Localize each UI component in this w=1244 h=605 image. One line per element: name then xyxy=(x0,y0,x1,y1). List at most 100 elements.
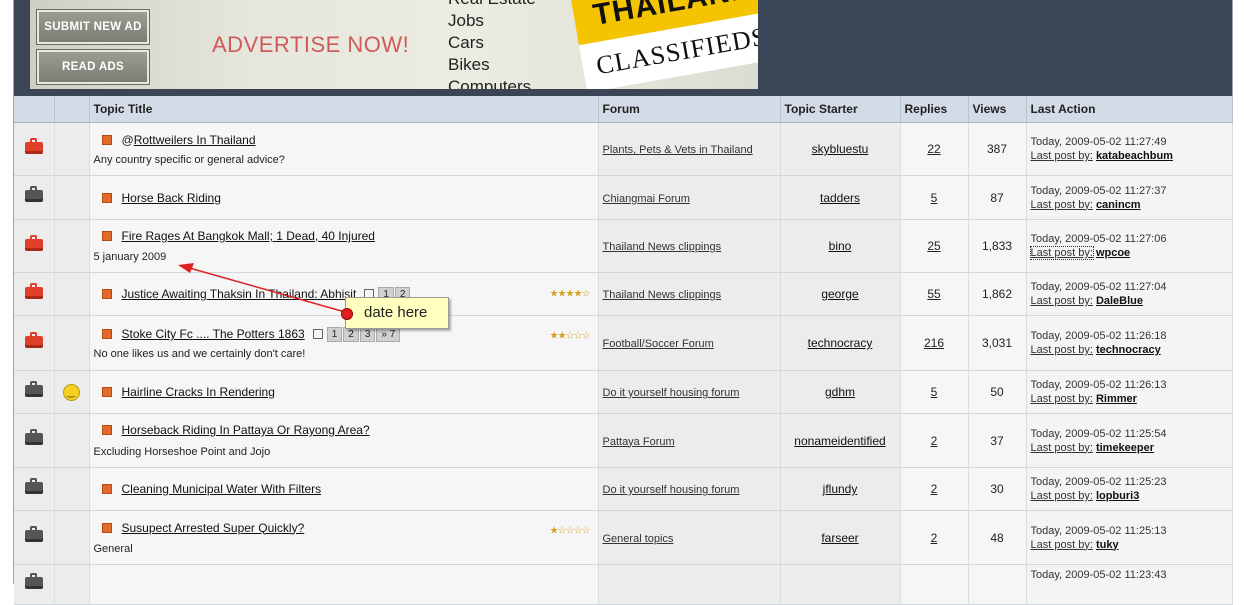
replies-link[interactable]: 5 xyxy=(931,385,938,399)
header-topic-starter[interactable]: Topic Starter xyxy=(780,96,901,123)
forum-cell: Thailand News clippings xyxy=(598,219,781,273)
replies-link[interactable]: 25 xyxy=(927,239,940,253)
topic-starter-link[interactable]: jflundy xyxy=(823,482,858,496)
ad-category: Real Estate xyxy=(448,0,536,10)
last-post-user-link[interactable]: katabeachbum xyxy=(1096,150,1173,162)
topic-starter-link[interactable]: nonameidentified xyxy=(794,434,885,448)
header-topic-title[interactable]: Topic Title xyxy=(89,96,599,123)
hot-folder-icon xyxy=(25,137,43,154)
topic-title-link[interactable]: Stoke City Fc .... The Potters 1863 xyxy=(122,327,305,341)
topic-title-link[interactable]: Cleaning Municipal Water With Filters xyxy=(122,482,322,496)
topic-title-link[interactable]: Horseback Riding In Pattaya Or Rayong Ar… xyxy=(122,423,370,437)
forum-link[interactable]: General topics xyxy=(603,533,674,545)
topic-title-link[interactable]: Susupect Arrested Super Quickly? xyxy=(122,521,305,535)
forum-cell: General topics xyxy=(598,510,781,565)
header-replies[interactable]: Replies xyxy=(900,96,969,123)
topic-starter-link[interactable]: tadders xyxy=(820,191,860,205)
last-action-cell: Today, 2009-05-02 11:26:18 Last post by:… xyxy=(1026,315,1233,371)
last-post-user-link[interactable]: timekeeper xyxy=(1096,442,1154,454)
last-post-label[interactable]: Last post by: xyxy=(1031,344,1093,356)
replies-link[interactable]: 2 xyxy=(931,531,938,545)
forum-link[interactable]: Do it yourself housing forum xyxy=(603,484,740,496)
topic-starter-link[interactable]: gdhm xyxy=(825,385,855,399)
last-post-label[interactable]: Last post by: xyxy=(1029,246,1094,260)
forum-link[interactable]: Plants, Pets & Vets in Thailand xyxy=(603,144,753,156)
last-action-cell: Today, 2009-05-02 11:27:49 Last post by:… xyxy=(1026,122,1233,176)
last-action-time: Today, 2009-05-02 11:27:49 xyxy=(1030,136,1167,148)
callout-dot-icon xyxy=(341,308,353,320)
banner-area: SUBMIT NEW AD READ ADS ADVERTISE NOW! Re… xyxy=(14,0,1232,96)
replies-link[interactable]: 2 xyxy=(931,434,938,448)
topic-description: Any country specific or general advice? xyxy=(93,153,285,166)
replies-link[interactable]: 216 xyxy=(924,336,944,350)
topic-cell xyxy=(89,564,599,605)
table-row: Fire Rages At Bangkok Mall; 1 Dead, 40 I… xyxy=(14,219,1233,273)
topic-title-link[interactable]: Fire Rages At Bangkok Mall; 1 Dead, 40 I… xyxy=(122,229,375,243)
ad-category: Computers xyxy=(448,77,532,89)
last-post-label[interactable]: Last post by: xyxy=(1031,199,1093,211)
replies-link[interactable]: 55 xyxy=(927,287,940,301)
submit-new-ad-button[interactable]: SUBMIT NEW AD xyxy=(37,10,149,44)
topic-starter-link[interactable]: farseer xyxy=(821,531,858,545)
replies-link[interactable]: 22 xyxy=(927,142,940,156)
replies-cell: 5 xyxy=(900,175,969,220)
views-count: 1,862 xyxy=(968,272,1027,316)
forum-cell: Pattaya Forum xyxy=(598,413,781,468)
table-row: Horse Back Riding Chiangmai Forum tadder… xyxy=(14,175,1233,220)
forum-link[interactable]: Chiangmai Forum xyxy=(603,193,690,205)
last-post-user-link[interactable]: canincm xyxy=(1096,199,1141,211)
last-post-user-link[interactable]: tuky xyxy=(1096,539,1119,551)
topic-starter-link[interactable]: bino xyxy=(829,239,852,253)
last-post-label[interactable]: Last post by: xyxy=(1031,539,1093,551)
folder-cell xyxy=(14,413,55,468)
last-post-user-link[interactable]: lopburi3 xyxy=(1096,490,1139,502)
topic-icon-cell xyxy=(54,175,90,220)
smiley-icon: ‿ xyxy=(62,383,80,401)
last-post-user-link[interactable]: technocracy xyxy=(1096,344,1161,356)
forum-link[interactable]: Do it yourself housing forum xyxy=(603,387,740,399)
topic-starter-link[interactable]: george xyxy=(821,287,858,301)
replies-link[interactable]: 5 xyxy=(931,191,938,205)
last-post-label[interactable]: Last post by: xyxy=(1031,442,1093,454)
topic-title-link[interactable]: Hairline Cracks In Rendering xyxy=(122,385,275,399)
rating-stars-icon: ★★★★☆ xyxy=(549,288,591,300)
forum-link[interactable]: Thailand News clippings xyxy=(603,289,722,301)
folder-icon xyxy=(25,526,43,542)
last-action-cell: Today, 2009-05-02 11:25:54 Last post by:… xyxy=(1026,413,1233,468)
last-post-user-link[interactable]: DaleBlue xyxy=(1096,295,1143,307)
last-post-label[interactable]: Last post by: xyxy=(1031,490,1093,502)
folder-icon xyxy=(25,477,43,494)
read-ads-button[interactable]: READ ADS xyxy=(37,50,149,84)
replies-link[interactable]: 2 xyxy=(931,482,938,496)
last-post-label[interactable]: Last post by: xyxy=(1031,150,1093,162)
last-post-label[interactable]: Last post by: xyxy=(1031,295,1093,307)
forum-link[interactable]: Football/Soccer Forum xyxy=(603,338,714,350)
header-views[interactable]: Views xyxy=(968,96,1027,123)
topic-starter-link[interactable]: skybluestu xyxy=(812,142,869,156)
topic-title-link[interactable]: Rottweilers In Thailand xyxy=(134,133,256,147)
header-forum[interactable]: Forum xyxy=(598,96,781,123)
rating-stars-icon: ★★☆☆☆ xyxy=(549,330,591,342)
views-count: 3,031 xyxy=(968,315,1027,371)
header-last-action[interactable]: Last Action xyxy=(1026,96,1233,123)
forum-link[interactable]: Pattaya Forum xyxy=(603,436,675,448)
last-post-user-link[interactable]: wpcoe xyxy=(1096,247,1130,259)
topic-icon-cell xyxy=(54,564,90,605)
last-post-label[interactable]: Last post by: xyxy=(1031,393,1093,405)
topic-title-link[interactable]: Horse Back Riding xyxy=(122,191,221,205)
last-action-time: Today, 2009-05-02 11:25:54 xyxy=(1030,427,1167,440)
replies-cell: 5 xyxy=(900,370,969,414)
topic-cell: Fire Rages At Bangkok Mall; 1 Dead, 40 I… xyxy=(89,219,599,273)
folder-cell xyxy=(14,370,55,414)
topic-starter-link[interactable]: technocracy xyxy=(808,336,873,350)
classifieds-ad-banner[interactable]: SUBMIT NEW AD READ ADS ADVERTISE NOW! Re… xyxy=(30,0,758,89)
last-post-user-link[interactable]: Rimmer xyxy=(1096,393,1137,405)
folder-icon xyxy=(25,380,43,397)
topic-bullet-icon xyxy=(101,134,112,145)
topic-title-link[interactable]: Justice Awaiting Thaksin In Thailand: Ab… xyxy=(122,287,357,301)
forum-cell xyxy=(598,564,781,605)
replies-cell: 2 xyxy=(900,413,969,468)
topic-icon-cell xyxy=(54,219,90,273)
page-link[interactable]: 1 xyxy=(326,326,343,342)
forum-link[interactable]: Thailand News clippings xyxy=(603,241,722,253)
